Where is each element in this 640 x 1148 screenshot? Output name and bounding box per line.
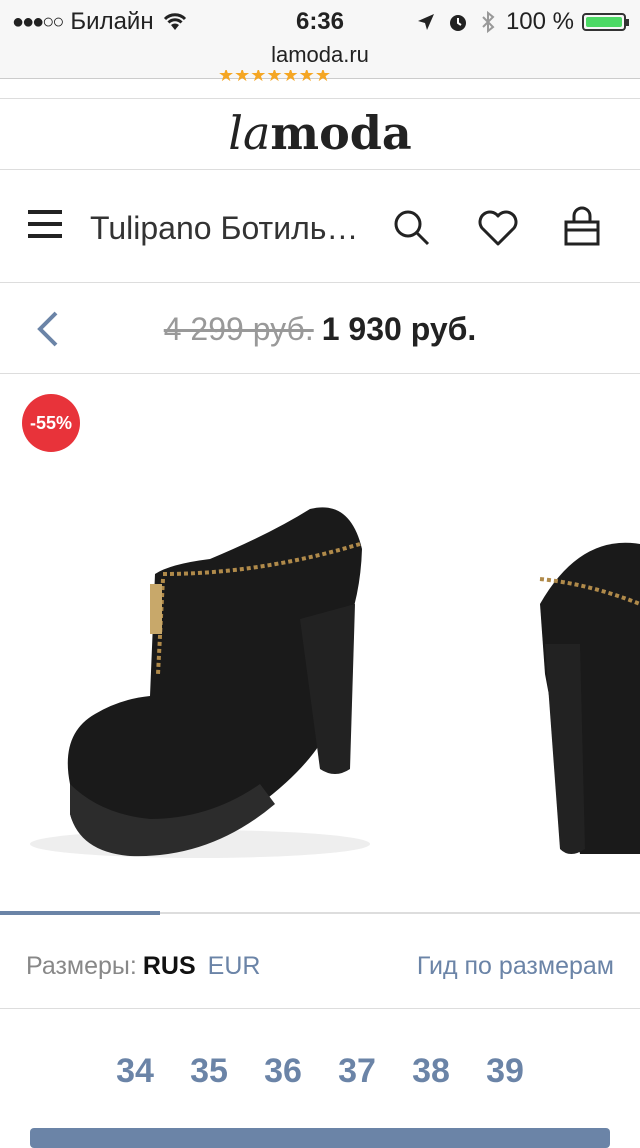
size-system-bar: Размеры: RUS EUR Гид по размерам	[0, 914, 640, 1009]
battery-icon	[582, 13, 629, 31]
size-option[interactable]: 39	[468, 1052, 542, 1091]
old-price: 4 299 руб.	[163, 311, 314, 347]
add-to-cart-button[interactable]	[30, 1128, 610, 1148]
price-bar: 4 299 руб. 1 930 руб.	[0, 283, 640, 374]
lamoda-logo[interactable]: lamoda	[228, 106, 411, 160]
status-bar: ●●●○○ Билайн 6:36 100 %	[0, 0, 640, 40]
product-image-main	[30, 507, 640, 858]
sizes-label: Размеры:	[26, 952, 137, 980]
size-list: 34 35 36 37 38 39	[98, 1052, 542, 1091]
cart-bag-icon[interactable]	[560, 206, 604, 250]
product-title: Tulipano Ботиль…	[90, 210, 359, 246]
product-gallery[interactable]: -55%	[0, 374, 640, 912]
price-block: 4 299 руб. 1 930 руб.	[0, 311, 640, 348]
size-system-selector: Размеры: RUS EUR	[26, 952, 260, 981]
location-arrow-icon	[417, 14, 434, 30]
search-icon[interactable]	[390, 206, 434, 250]
status-right: 100 %	[416, 8, 629, 36]
size-system-eur[interactable]: EUR	[208, 952, 261, 980]
rating-stars-icon: ★★★★★★★	[218, 70, 331, 82]
alarm-clock-icon	[449, 15, 466, 31]
size-option[interactable]: 38	[394, 1052, 468, 1091]
url-text: lamoda.ru	[271, 42, 369, 67]
bluetooth-icon	[482, 10, 495, 34]
menu-icon[interactable]	[28, 210, 62, 242]
logo-bar: lamoda	[0, 98, 640, 170]
heart-icon[interactable]	[476, 206, 520, 250]
current-price: 1 930 руб.	[321, 311, 477, 347]
size-guide-link[interactable]: Гид по размерам	[417, 952, 614, 981]
size-option[interactable]: 37	[320, 1052, 394, 1091]
discount-badge: -55%	[22, 394, 80, 452]
size-option[interactable]: 36	[246, 1052, 320, 1091]
size-option[interactable]: 34	[98, 1052, 172, 1091]
battery-percent: 100 %	[505, 8, 574, 35]
size-option[interactable]: 35	[172, 1052, 246, 1091]
product-header: Tulipano Ботиль…	[0, 170, 640, 283]
size-system-rus[interactable]: RUS	[143, 952, 196, 980]
